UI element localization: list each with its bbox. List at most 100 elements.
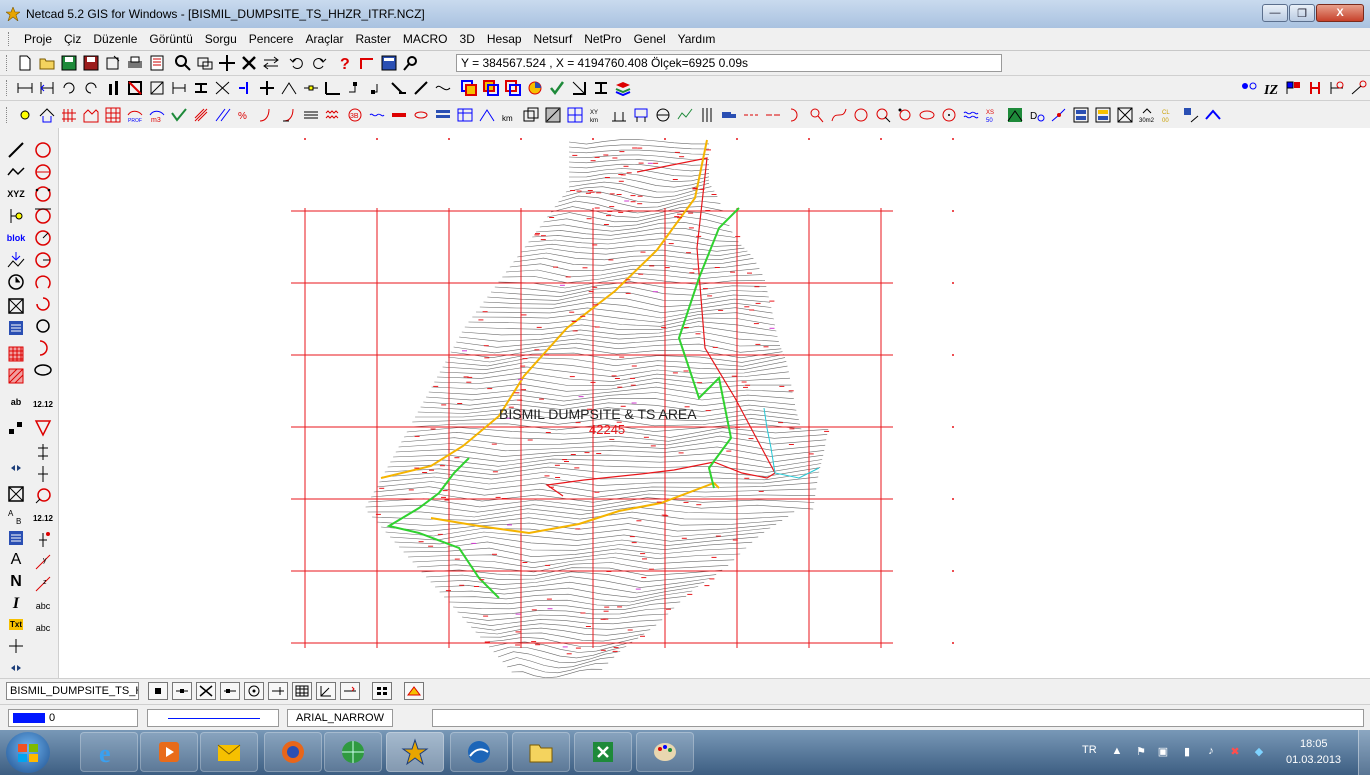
layer-button[interactable] [522, 106, 540, 124]
taskbar-media-player[interactable] [140, 732, 198, 772]
window-layout-button[interactable] [1072, 106, 1090, 124]
menu-duzenle[interactable]: Düzenle [87, 32, 143, 46]
ellipse-left-button[interactable] [33, 360, 53, 380]
curve-button[interactable] [258, 106, 276, 124]
menu-macro[interactable]: MACRO [397, 32, 454, 46]
curve-2-button[interactable] [280, 106, 298, 124]
new-file-button[interactable] [16, 54, 34, 72]
taskbar-excel[interactable] [574, 732, 632, 772]
menu-pencere[interactable]: Pencere [243, 32, 300, 46]
corner-button[interactable] [324, 79, 342, 97]
hook-button[interactable] [808, 106, 826, 124]
move-button[interactable] [262, 54, 280, 72]
circle-small-button[interactable] [33, 316, 53, 336]
spline-button[interactable] [434, 79, 452, 97]
snap-near-button[interactable] [220, 682, 240, 700]
point-tool-button[interactable] [16, 106, 34, 124]
taskbar-ie[interactable]: e [80, 732, 138, 772]
show-hidden-icons[interactable]: ▲ [1110, 744, 1124, 758]
save-button[interactable] [60, 54, 78, 72]
yellow-label-button[interactable]: CL 00 [1160, 106, 1178, 124]
point-on-line-button[interactable] [302, 79, 320, 97]
circle-arc-button[interactable] [33, 228, 53, 248]
insert-button[interactable] [6, 250, 26, 270]
device-icon[interactable]: ▣ [1156, 744, 1170, 758]
d-button[interactable]: D [1028, 106, 1046, 124]
snap-settings-button[interactable] [372, 682, 392, 700]
clock-date[interactable]: 01.03.2013 [1286, 754, 1341, 766]
menu-genel[interactable]: Genel [628, 32, 672, 46]
path-button[interactable] [830, 106, 848, 124]
collapse-1-button[interactable] [6, 458, 26, 478]
swap-button[interactable] [1182, 106, 1200, 124]
menu-raster[interactable]: Raster [350, 32, 397, 46]
font-field[interactable]: ARIAL_NARROW [287, 709, 393, 727]
snap-center-button[interactable] [244, 682, 264, 700]
layer-selector[interactable]: BISMIL_DUMPSITE_TS_H [6, 682, 139, 700]
menu-goruntu[interactable]: Görüntü [143, 32, 198, 46]
xy-snap-button[interactable]: y [33, 552, 53, 572]
arc-3p-button[interactable] [33, 272, 53, 292]
snap-tangent-button[interactable] [316, 682, 336, 700]
ellipse-button[interactable] [918, 106, 936, 124]
taskbar-explorer[interactable] [512, 732, 570, 772]
hatch-button[interactable] [192, 106, 210, 124]
abc-button[interactable]: abc [33, 596, 53, 616]
circle-3p-button[interactable] [896, 106, 914, 124]
taskbar-firefox[interactable] [264, 732, 322, 772]
trim-button[interactable] [236, 79, 254, 97]
action-center-flag-icon[interactable]: ⚑ [1134, 744, 1148, 758]
line-tool-button[interactable] [358, 54, 376, 72]
intersect-button[interactable] [214, 79, 232, 97]
antivirus-icon[interactable]: ✖ [1228, 744, 1242, 758]
taskbar-outlook[interactable] [200, 732, 258, 772]
rotate-button[interactable] [60, 79, 78, 97]
fence-button[interactable] [60, 106, 78, 124]
chamfer-button[interactable] [390, 79, 408, 97]
hatch-2-button[interactable] [1116, 106, 1134, 124]
section-button[interactable] [478, 106, 496, 124]
cut-tool-button[interactable] [240, 54, 258, 72]
menu-ciz[interactable]: Çiz [58, 32, 87, 46]
lens-button[interactable] [412, 106, 430, 124]
dropbox-icon[interactable]: ◆ [1252, 744, 1266, 758]
xy-km-button[interactable]: XY km [588, 106, 606, 124]
close-button[interactable]: X [1316, 4, 1364, 22]
text-a-button[interactable]: A [6, 550, 26, 570]
text-ab-button[interactable]: ab [6, 392, 26, 412]
text-frame-button[interactable]: Txt [6, 614, 26, 634]
taskbar-netcad-globe[interactable] [324, 732, 382, 772]
dash-line-2-button[interactable] [764, 106, 782, 124]
help-button[interactable]: ? [336, 54, 354, 72]
xy-list-button[interactable]: XS 50 [984, 106, 1002, 124]
volume-button[interactable]: m3 [148, 106, 166, 124]
wave-2-button[interactable] [962, 106, 980, 124]
minimize-button[interactable]: — [1262, 4, 1288, 22]
map-canvas[interactable]: BISMIL DUMPSITE & TS AREA 42245 [59, 128, 1370, 678]
menu-netpro[interactable]: NetPro [578, 32, 627, 46]
menu-3d[interactable]: 3D [454, 32, 481, 46]
measure-button[interactable] [38, 79, 56, 97]
text-block-button[interactable] [6, 318, 26, 338]
taskbar-paint[interactable] [636, 732, 694, 772]
elevation-button[interactable] [33, 442, 53, 462]
raster-button[interactable] [544, 106, 562, 124]
snap-point-button[interactable] [6, 206, 26, 226]
grid-button[interactable] [104, 106, 122, 124]
clock-button[interactable] [6, 272, 26, 292]
select-window-button[interactable] [148, 79, 166, 97]
mesh-button[interactable] [566, 106, 584, 124]
italic-button[interactable]: I [6, 594, 26, 614]
menu-sorgu[interactable]: Sorgu [199, 32, 243, 46]
snap-quadrant-button[interactable] [340, 682, 360, 700]
slope-button[interactable] [170, 106, 188, 124]
dash-line-button[interactable] [742, 106, 760, 124]
pipe-button[interactable] [390, 106, 408, 124]
cross-point-button[interactable] [1328, 79, 1346, 97]
show-desktop-button[interactable] [1358, 730, 1370, 775]
area-red-button[interactable] [460, 79, 478, 97]
z-snap-button[interactable]: z [33, 574, 53, 594]
polyline-button[interactable] [6, 162, 26, 182]
rectangle-x-2-button[interactable] [6, 484, 26, 504]
number-label-button[interactable]: 12.12 [33, 394, 53, 414]
